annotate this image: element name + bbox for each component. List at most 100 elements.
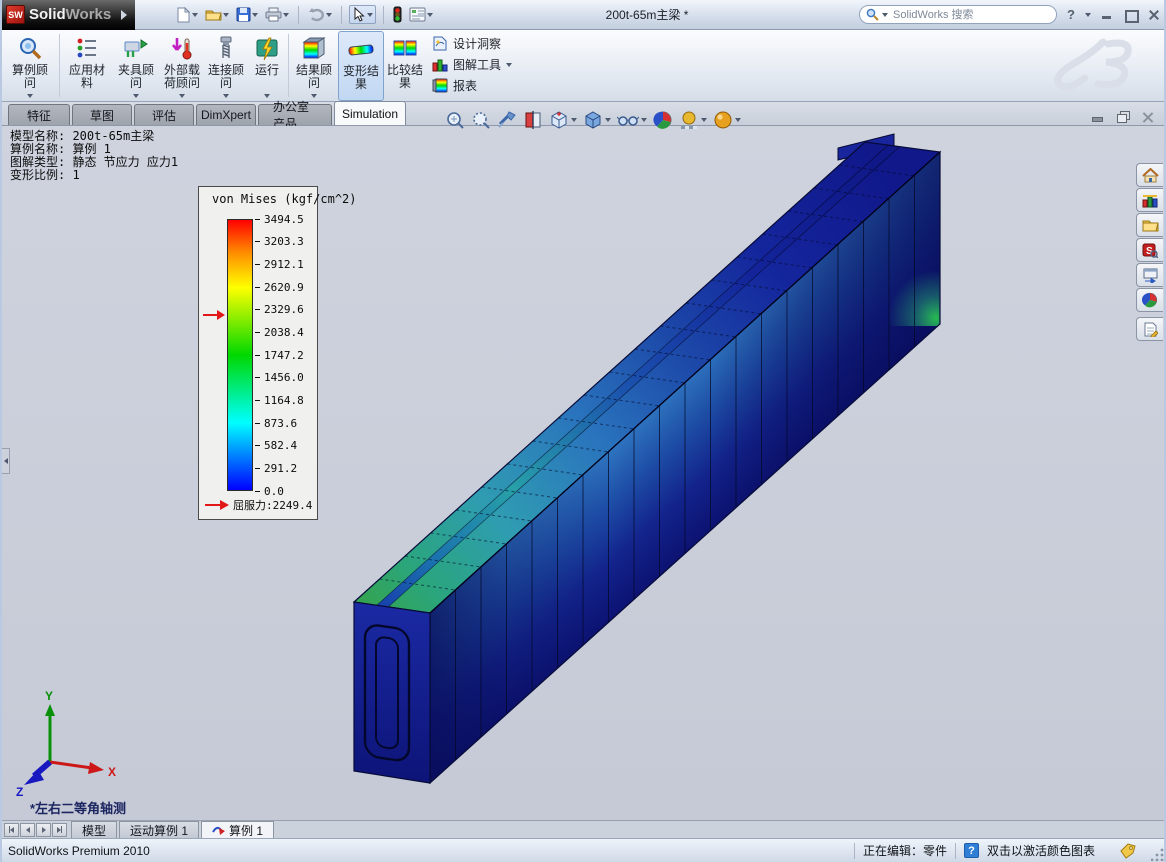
doc-restore-button[interactable]: [1116, 111, 1129, 123]
model-tabs-bar: 模型 运动算例 1 算例 1: [2, 820, 1166, 838]
legend-tick: 3494.5: [255, 213, 304, 225]
save-button[interactable]: [234, 5, 260, 24]
tab-evaluate[interactable]: 评估: [134, 104, 194, 125]
compare-results-button[interactable]: 比较结果: [384, 31, 426, 101]
tab-simulation[interactable]: Simulation: [334, 101, 406, 125]
tab-dimxpert[interactable]: DimXpert: [196, 104, 256, 125]
zoom-area-button[interactable]: [471, 110, 491, 130]
fixtures-advisor-icon: [123, 34, 149, 64]
fixtures-advisor-button[interactable]: 夹具顾问: [113, 31, 159, 101]
view-orientation-label: *左右二等角轴测: [30, 798, 126, 817]
doc-close-button[interactable]: [1141, 111, 1154, 123]
deformed-result-icon: [348, 35, 374, 65]
hide-show-items-button[interactable]: [617, 110, 647, 130]
select-tool-button[interactable]: [349, 5, 376, 24]
plot-tools-icon: [432, 57, 448, 72]
document-title: 200t-65m主梁 *: [435, 6, 859, 23]
dassault-watermark: [1030, 30, 1150, 100]
zoom-fit-button[interactable]: [445, 110, 465, 130]
statusbar: SolidWorks Premium 2010 正在编辑：零件 ? 双击以激活颜…: [2, 838, 1166, 862]
design-checker-icon: [409, 7, 426, 22]
results-advisor-button[interactable]: 结果顾问: [290, 31, 338, 101]
legend-tick: 1456.0: [255, 372, 304, 384]
triad-x-arrow-icon: [88, 762, 104, 774]
connections-advisor-button[interactable]: 连接顾问: [205, 31, 247, 101]
menu-expand-arrow-icon[interactable]: [121, 10, 127, 20]
search-scope-dropdown-icon[interactable]: [882, 13, 888, 17]
beam-model[interactable]: [2, 126, 1166, 820]
titlebar: SW SolidWorks: [2, 0, 1166, 30]
print-button[interactable]: [263, 5, 291, 24]
triad-x-label: X: [108, 765, 116, 779]
tab-motion-study-1[interactable]: 运动算例 1: [119, 821, 199, 838]
apply-scene-button[interactable]: [679, 110, 707, 130]
deformed-result-button[interactable]: 变形结果: [338, 31, 384, 101]
stress-legend[interactable]: von Mises (kgf/cm^2) 3494.53203.32912.12…: [198, 186, 318, 520]
legend-tick: 2038.4: [255, 326, 304, 338]
new-document-button[interactable]: [173, 5, 200, 25]
design-insight-button[interactable]: 设计洞察: [432, 35, 512, 52]
stoplight-icon: [393, 6, 402, 23]
panel-collapse-button[interactable]: [2, 448, 10, 474]
open-folder-icon: [205, 7, 222, 22]
study-advisor-icon: [17, 34, 43, 64]
sw-cube-icon: SW: [6, 5, 25, 24]
resources-home-button[interactable]: [1136, 163, 1163, 187]
window-close-button[interactable]: [1147, 9, 1160, 20]
help-button[interactable]: ?: [1067, 7, 1075, 22]
tab-features[interactable]: 特征: [8, 104, 70, 125]
rebuild-stoplight-button[interactable]: [391, 4, 404, 25]
section-view-button[interactable]: [523, 110, 543, 130]
tab-scroll-right-button[interactable]: [36, 823, 51, 837]
undo-button[interactable]: [306, 5, 334, 24]
search-box[interactable]: [859, 5, 1057, 24]
tab-sketch[interactable]: 草图: [72, 104, 132, 125]
doc-minimize-button[interactable]: [1091, 111, 1104, 123]
help-dropdown-icon[interactable]: [1085, 13, 1091, 17]
previous-view-button[interactable]: [497, 110, 517, 130]
apply-scene-icon: [679, 110, 699, 130]
external-loads-advisor-button[interactable]: 外部载荷顾问: [159, 31, 205, 101]
search-icon: [866, 8, 879, 21]
legend-tick: 873.6: [255, 417, 297, 429]
graphics-viewport[interactable]: 模型名称: 200t-65m主梁 算例名称: 算例 1 图解类型: 静态 节应力…: [2, 126, 1166, 820]
compare-results-icon: [392, 34, 418, 64]
view-palette-button[interactable]: [1136, 263, 1163, 287]
appearances-button[interactable]: [1136, 288, 1163, 312]
display-style-button[interactable]: [583, 110, 611, 130]
tab-scroll-left-button[interactable]: [20, 823, 35, 837]
resize-grip[interactable]: [1151, 847, 1165, 861]
tab-scroll-last-button[interactable]: [52, 823, 67, 837]
logo-text: SolidWorks: [29, 6, 111, 23]
legend-colorbar[interactable]: [227, 219, 253, 491]
window-maximize-button[interactable]: [1124, 9, 1137, 20]
run-button[interactable]: 运行: [247, 31, 287, 101]
design-checker-button[interactable]: [407, 5, 435, 24]
study-advisor-button[interactable]: 算例顾问: [2, 31, 58, 101]
quick-tips-icon[interactable]: ?: [964, 843, 979, 858]
edit-appearance-button[interactable]: [653, 110, 673, 130]
search-input[interactable]: [891, 8, 1050, 22]
view-orientation-button[interactable]: [549, 110, 577, 130]
tab-study-1[interactable]: 算例 1: [201, 821, 274, 838]
custom-properties-button[interactable]: [1136, 317, 1163, 341]
tab-office-products[interactable]: 办公室产品: [258, 104, 332, 125]
select-cursor-icon: [352, 7, 365, 22]
tab-scroll-first-button[interactable]: [4, 823, 19, 837]
report-button[interactable]: 报表: [432, 77, 512, 94]
view-settings-button[interactable]: [713, 110, 741, 130]
legend-tick: 1747.2: [255, 349, 304, 361]
design-library-button[interactable]: [1136, 188, 1163, 212]
tab-model[interactable]: 模型: [71, 821, 117, 838]
apply-material-icon: [75, 34, 99, 64]
window-minimize-button[interactable]: [1101, 9, 1114, 20]
apply-material-button[interactable]: 应用材料: [61, 31, 113, 101]
results-advisor-icon: [301, 34, 327, 64]
file-explorer-button[interactable]: [1136, 213, 1163, 237]
legend-tick: 0.0: [255, 485, 284, 497]
editing-status: 正在编辑：零件: [863, 842, 947, 859]
plot-tools-button[interactable]: 图解工具: [432, 56, 512, 73]
toolbox-button[interactable]: S: [1136, 238, 1163, 262]
tag-icon[interactable]: [1119, 843, 1137, 859]
open-button[interactable]: [203, 5, 231, 24]
